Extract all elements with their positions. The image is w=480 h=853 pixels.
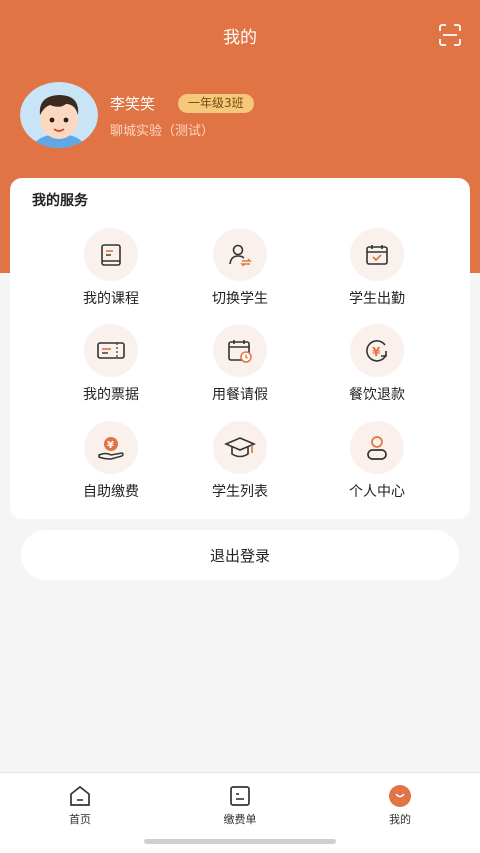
service-label: 学生列表 — [212, 484, 268, 500]
service-switch-student[interactable]: 切换学生 — [180, 228, 300, 308]
service-student-list[interactable]: 学生列表 — [180, 421, 300, 501]
bill-icon — [230, 786, 250, 806]
home-icon — [70, 785, 90, 806]
service-my-receipts[interactable]: 我的票据 — [51, 324, 171, 404]
top-bar: 我的 — [0, 0, 480, 70]
service-my-courses[interactable]: 我的课程 — [51, 228, 171, 308]
profile-section[interactable]: 李笑笑 一年级3班 聊城实验（测试） — [20, 82, 460, 148]
service-label: 餐饮退款 — [349, 387, 405, 403]
service-label: 自助缴费 — [83, 484, 139, 500]
service-label: 我的课程 — [83, 291, 139, 307]
service-label: 用餐请假 — [212, 387, 268, 403]
student-name: 李笑笑 — [110, 95, 156, 113]
tab-label: 我的 — [389, 813, 411, 826]
school-name: 聊城实验（测试） — [110, 124, 215, 139]
course-book-icon — [84, 228, 138, 281]
service-label: 我的票据 — [83, 387, 139, 403]
attendance-calendar-icon — [350, 228, 404, 281]
person-icon — [350, 421, 404, 474]
refund-icon: ¥ — [350, 324, 404, 377]
meal-leave-calendar-icon — [213, 324, 267, 377]
service-label: 学生出勤 — [349, 291, 405, 307]
grade-badge: 一年级3班 — [178, 94, 254, 113]
service-refund[interactable]: ¥ 餐饮退款 — [317, 324, 437, 404]
service-self-payment[interactable]: ¥ 自助缴费 — [51, 421, 171, 501]
service-label: 个人中心 — [349, 484, 405, 500]
switch-student-icon — [213, 228, 267, 281]
mine-icon — [389, 785, 411, 807]
service-personal-center[interactable]: 个人中心 — [317, 421, 437, 501]
tab-label: 首页 — [69, 813, 91, 826]
tab-bills[interactable]: 缴费单 — [200, 785, 280, 827]
services-title: 我的服务 — [32, 193, 88, 209]
payment-hand-icon: ¥ — [84, 421, 138, 474]
logout-button[interactable]: 退出登录 — [21, 530, 459, 580]
service-label: 切换学生 — [212, 291, 268, 307]
services-card: 我的服务 我的课程 切换学生 学生出勤 我的票据 用餐请假 ¥ 餐饮退款 ¥ 自… — [10, 178, 470, 519]
avatar[interactable] — [20, 82, 98, 148]
svg-text:¥: ¥ — [107, 440, 114, 451]
svg-text:¥: ¥ — [372, 345, 381, 359]
tab-label: 缴费单 — [223, 813, 257, 826]
receipt-icon — [84, 324, 138, 377]
tab-mine[interactable]: 我的 — [360, 785, 440, 827]
home-indicator — [144, 839, 336, 844]
tab-home[interactable]: 首页 — [40, 785, 120, 827]
service-attendance[interactable]: 学生出勤 — [317, 228, 437, 308]
scan-icon[interactable] — [438, 23, 462, 47]
service-meal-leave[interactable]: 用餐请假 — [180, 324, 300, 404]
graduation-cap-icon — [213, 421, 267, 474]
page-title: 我的 — [223, 27, 257, 48]
